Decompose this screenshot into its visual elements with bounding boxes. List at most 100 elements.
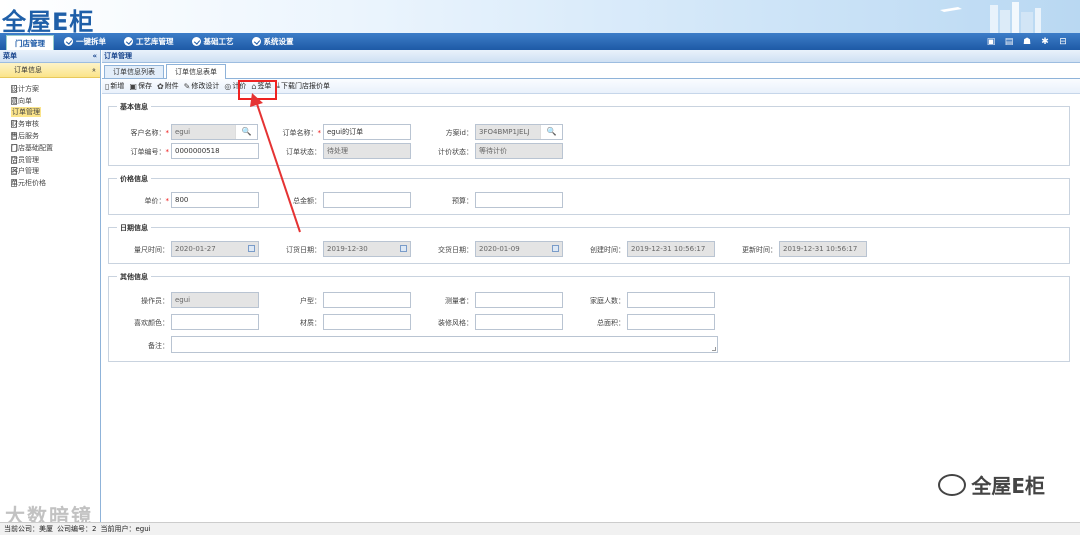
sidebar-item-customer[interactable]: 客户管理 [0, 166, 100, 178]
updated-time-field: 2019-12-31 10:56:17 [779, 241, 867, 257]
app-logo: 全屋E柜 [2, 8, 95, 33]
calendar-icon[interactable] [400, 245, 407, 252]
delivery-date-label: 交货日期： [438, 246, 473, 254]
sidebar-item-store-config[interactable]: 门店基础配置 [0, 142, 100, 154]
skyline-decoration [940, 2, 1041, 33]
price-icon: ◎ [224, 81, 232, 91]
check-icon [191, 37, 201, 46]
measurer-field[interactable] [475, 292, 563, 308]
updated-time-label: 更新时间： [742, 246, 777, 254]
new-button[interactable]: ▯ 新增 [105, 81, 124, 91]
delivery-date-field[interactable]: 2020-01-09 [475, 241, 563, 257]
fieldset-date: 日期信息 量尺时间： 2020-01-27 订货日期： 2019-12-30 交… [108, 223, 1070, 264]
monitor-icon[interactable]: ▣ [984, 35, 998, 48]
operator-field: egui [171, 292, 259, 308]
calendar-icon[interactable] [248, 245, 255, 252]
customer-field[interactable]: egui 🔍 [171, 124, 258, 140]
check-icon [64, 37, 73, 46]
sidebar-item-design-plan[interactable]: 设计方案 [0, 83, 100, 95]
search-icon[interactable]: 🔍 [235, 125, 257, 139]
order-status-label: 订单状态： [286, 148, 321, 156]
tab-order-form[interactable]: 订单信息表单 [166, 64, 226, 79]
price-status-label: 计价状态： [438, 148, 473, 156]
total-amount-label: 总金额： [293, 197, 321, 205]
breadcrumb: 订单管理 [102, 50, 1080, 63]
sidebar-section-order-info[interactable]: 订单信息 » [0, 63, 100, 78]
calendar-icon[interactable] [552, 245, 559, 252]
budget-label: 预算： [452, 197, 473, 205]
highlight-box [238, 80, 277, 100]
status-company: 当前公司：美厦 [4, 525, 53, 533]
order-date-label: 订货日期： [286, 246, 321, 254]
sidebar-item-unit-price[interactable]: 单元柜价格 [0, 177, 100, 189]
family-size-label: 家庭人数： [590, 297, 625, 305]
status-user: 当前用户：egui [100, 525, 151, 533]
top-nav: 门店管理 一键拆单 工艺库管理 基础工艺 系统设置 ▣ ▤ ☗ ✱ ⊟ [0, 33, 1080, 51]
budget-field[interactable] [475, 192, 563, 208]
sidebar-list: 设计方案 意向单 订单管理 财务审核 售后服务 门店基础配置 店员管理 客户管理… [0, 78, 100, 189]
note-textarea[interactable] [171, 336, 718, 353]
check-icon [124, 37, 133, 46]
total-area-field[interactable] [627, 314, 715, 330]
material-field[interactable] [323, 314, 411, 330]
collapse-icon[interactable]: « [92, 52, 97, 60]
unit-price-field[interactable]: 800 [171, 192, 259, 208]
nav-tab-basic-craft[interactable]: 基础工艺 [184, 34, 242, 49]
unit-price-label: 单价：* [144, 197, 170, 205]
sidebar-item-after-sales[interactable]: 售后服务 [0, 130, 100, 142]
gear-icon[interactable]: ✱ [1038, 35, 1052, 48]
order-date-field[interactable]: 2019-12-30 [323, 241, 411, 257]
order-status-field: 待处理 [323, 143, 411, 159]
phone-icon[interactable]: ▤ [1002, 35, 1016, 48]
total-amount-field[interactable] [323, 192, 411, 208]
color-field[interactable] [171, 314, 259, 330]
measure-time-field[interactable]: 2020-01-27 [171, 241, 259, 257]
edit-design-button[interactable]: ✎ 修改设计 [184, 81, 220, 91]
content-tabs: 订单信息列表 订单信息表单 [102, 63, 1080, 79]
plan-id-field[interactable]: 3FO4BMP1JELJ 🔍 [475, 124, 563, 140]
nav-tab-split[interactable]: 一键拆单 [56, 34, 114, 49]
family-size-field[interactable] [627, 292, 715, 308]
created-time-field: 2019-12-31 10:56:17 [627, 241, 715, 257]
fieldset-price: 价格信息 单价：* 800 总金额： 预算： [108, 174, 1070, 215]
sidebar-item-intent[interactable]: 意向单 [0, 95, 100, 107]
nav-tab-store[interactable]: 门店管理 [6, 34, 54, 51]
created-time-label: 创建时间： [590, 246, 625, 254]
customer-label: 客户名称：* [130, 129, 170, 137]
sidebar-header: 菜单 « [0, 50, 100, 63]
save-button[interactable]: ▣ 保存 [129, 81, 152, 91]
material-label: 材质： [300, 319, 321, 327]
nav-tab-settings[interactable]: 系统设置 [244, 34, 302, 49]
main-panel: 订单管理 订单信息列表 订单信息表单 ▯ 新增 ▣ 保存 ✿ 附件 ✎ 修改设计 ◎ 计价… [102, 50, 1080, 522]
attachment-button[interactable]: ✿ 附件 [157, 81, 179, 91]
status-company-no: 公司编号：2 [57, 525, 97, 533]
fieldset-basic-title: 基本信息 [117, 102, 151, 112]
nav-icon-group: ▣ ▤ ☗ ✱ ⊟ [984, 35, 1070, 48]
nav-tab-craft-lib[interactable]: 工艺库管理 [116, 34, 182, 49]
color-label: 喜欢颜色： [134, 319, 169, 327]
chevron-up-icon[interactable]: » [90, 68, 98, 72]
fieldset-price-title: 价格信息 [117, 174, 151, 184]
order-no-field[interactable]: 0000000518 [171, 143, 259, 159]
sidebar-item-finance[interactable]: 财务审核 [0, 118, 100, 130]
house-type-field[interactable] [323, 292, 411, 308]
download-quote-button[interactable]: ⤓ 下载门店报价单 [276, 81, 330, 91]
style-label: 装修风格： [438, 319, 473, 327]
fieldset-other: 其他信息 操作员： egui 户型： 测量者： 家庭人数： 喜欢颜色： 材质： … [108, 272, 1070, 362]
house-type-label: 户型： [300, 297, 321, 305]
note-label: 备注： [148, 342, 169, 350]
total-area-label: 总面积： [597, 319, 625, 327]
fieldset-date-title: 日期信息 [117, 223, 151, 233]
style-field[interactable] [475, 314, 563, 330]
tab-order-list[interactable]: 订单信息列表 [104, 65, 164, 78]
user-icon[interactable]: ☗ [1020, 35, 1034, 48]
app-header: 全屋E柜 [0, 0, 1080, 33]
save-icon: ▣ [129, 81, 137, 91]
search-icon[interactable]: 🔍 [540, 125, 562, 139]
order-name-field[interactable]: egui的订单 [323, 124, 411, 140]
logout-icon[interactable]: ⊟ [1056, 35, 1070, 48]
sidebar-item-order-mgmt[interactable]: 订单管理 [0, 107, 100, 119]
edit-icon: ✎ [183, 81, 191, 91]
sidebar-item-staff[interactable]: 店员管理 [0, 154, 100, 166]
resize-handle[interactable] [712, 347, 716, 351]
